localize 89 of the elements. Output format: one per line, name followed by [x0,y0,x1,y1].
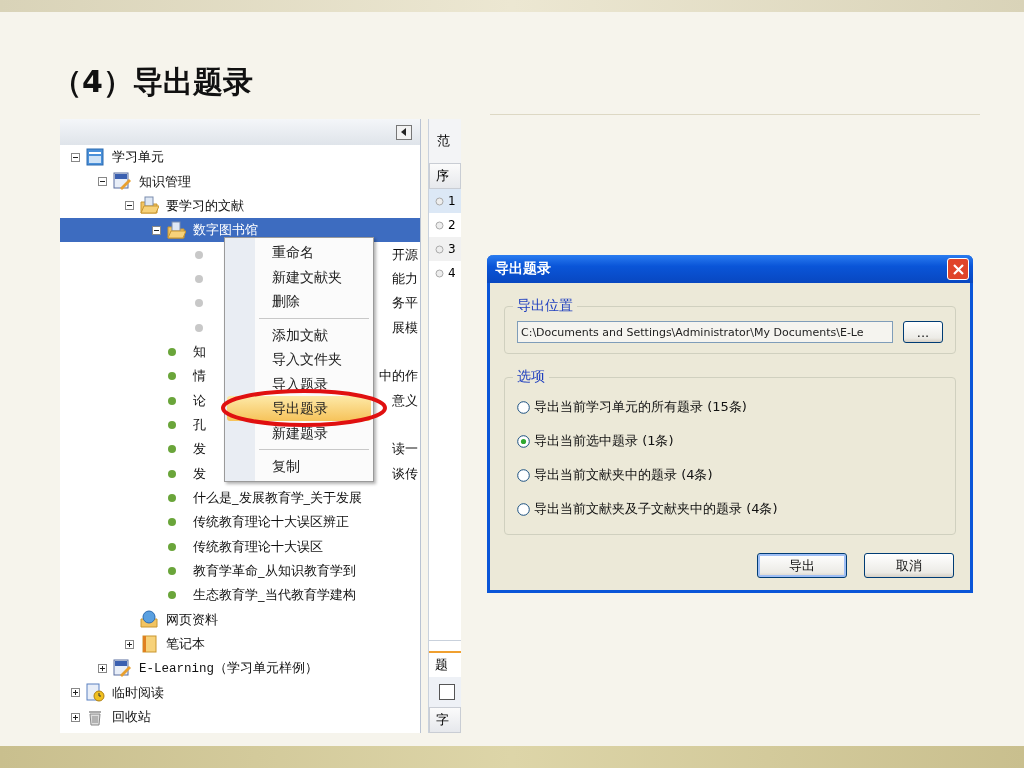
option-label[interactable]: 导出当前学习单元的所有题录 (15条) [534,398,747,416]
tree-item-label[interactable]: 谈传 [392,464,420,483]
tree-item-label[interactable]: 情 [193,367,206,386]
close-button[interactable] [947,258,969,280]
collapse-icon[interactable] [124,201,134,211]
dialog-button[interactable]: 导出 [757,553,847,578]
tree-item-label[interactable]: 学习单元 [112,148,164,167]
tree-item-label[interactable]: 回收站 [112,708,151,727]
tree-item-label[interactable]: 发 [193,440,206,459]
notepad-pencil-icon [113,658,132,678]
browse-button[interactable]: ... [903,321,943,343]
menu-item[interactable]: 复制 [227,454,371,479]
row-number: 4 [448,266,456,280]
option-label[interactable]: 导出当前选中题录 (1条) [534,432,674,450]
circle-icon [435,268,444,278]
checkbox[interactable] [439,684,455,700]
expand-icon[interactable] [97,663,107,673]
collapse-icon[interactable] [70,152,80,162]
menu-item[interactable]: 新建文献夹 [227,264,371,289]
row-number: 1 [448,194,456,208]
tree-item-label[interactable]: 笔记本 [166,635,205,654]
circle-icon [435,196,444,206]
row-number: 2 [448,218,456,232]
tree-item-label[interactable]: 意义 [392,391,420,410]
tree-item-label[interactable]: 教育学革命_从知识教育学到 [193,562,356,580]
option-label[interactable]: 导出当前文献夹及子文献夹中的题录 (4条) [534,500,778,518]
tree-item-label[interactable]: 能力 [392,269,420,288]
dialog-button[interactable]: 取消 [864,553,954,578]
expand-icon[interactable] [70,712,80,722]
tree-item-selected[interactable]: 数字图书馆 [60,218,420,243]
radio-icon[interactable] [517,502,530,516]
group-label: 选项 [516,368,546,386]
tree-item-label: 数字图书馆 [193,221,258,240]
radio-icon[interactable] [517,400,530,414]
tree-item-label[interactable]: 什么是_发展教育学_关于发展 [193,489,362,507]
window-title: 导出题录 [495,260,551,278]
collapse-button[interactable] [396,124,412,140]
tree-item-label[interactable]: 开源 [392,245,420,264]
collapse-icon[interactable] [97,177,107,186]
tree-item-label[interactable]: 生态教育学_当代教育学建构 [193,586,356,605]
circle-icon [435,220,444,230]
tree-item-label[interactable]: 知识管理 [139,172,191,191]
tree-item-label[interactable]: 传统教育理论十大误区 [193,537,323,556]
tree-item-label[interactable]: 孔 [193,415,206,434]
menu-item[interactable]: 导出题录 [227,396,371,421]
radio-icon[interactable] [517,468,530,482]
window-icon [86,147,105,167]
tree-item-label[interactable]: 要学习的文献 [166,196,244,215]
globe-folder-icon [140,610,159,630]
tree-item-label[interactable]: 知 [193,342,206,361]
folder-icon [140,196,159,216]
menu-item[interactable]: 重命名 [227,240,371,265]
table-row[interactable]: 3 [429,237,461,261]
tree-item-label[interactable]: 传统教育理论十大误区辨正 [193,513,349,532]
group-label: 导出位置 [516,297,574,315]
path-field[interactable]: C:\Documents and Settings\Administrator\My Documents\E-Le [517,321,893,343]
expand-icon[interactable] [124,639,134,649]
radio-selected-icon[interactable] [517,434,530,448]
tree-item-label[interactable]: 展模 [392,318,420,337]
tree-item-label[interactable]: 中的作 [379,367,420,386]
column-header[interactable]: 序 [429,163,461,189]
panel-label: 范 [429,119,461,163]
menu-item[interactable]: 新建题录 [227,420,371,445]
circle-icon [435,244,444,254]
table-row[interactable]: 2 [429,213,461,237]
menu-item[interactable]: 删除 [227,289,371,314]
close-icon [952,263,964,275]
table-row[interactable]: 1 [429,189,461,213]
tree-item-label[interactable]: 论 [193,391,206,410]
slide-title: （4）导出题录 [52,63,254,101]
tree-item-label[interactable]: 务平 [392,294,420,313]
table-row[interactable]: 4 [429,261,461,285]
tree-item-label[interactable]: 读一 [392,440,420,459]
menu-item[interactable]: 添加文献 [227,322,371,347]
notebook-icon [140,634,159,654]
column-header[interactable]: 字 [429,707,461,733]
notepad-pencil-icon [113,172,132,191]
collapse-icon[interactable] [151,225,161,235]
document-clock-icon [86,683,105,703]
tree-item-label[interactable]: 发 [193,464,206,483]
left-arrow-icon [400,128,408,136]
folder-icon [167,220,186,240]
row-number: 3 [448,242,456,256]
tree-item-label[interactable]: 网页资料 [166,610,218,629]
menu-item[interactable]: 导入文件夹 [227,347,371,372]
option-label[interactable]: 导出当前文献夹中的题录 (4条) [534,466,713,484]
tree-item-label[interactable]: E-Learning（学习单元样例） [139,659,318,677]
tree-item-label[interactable]: 临时阅读 [112,683,164,702]
expand-icon[interactable] [70,688,80,698]
